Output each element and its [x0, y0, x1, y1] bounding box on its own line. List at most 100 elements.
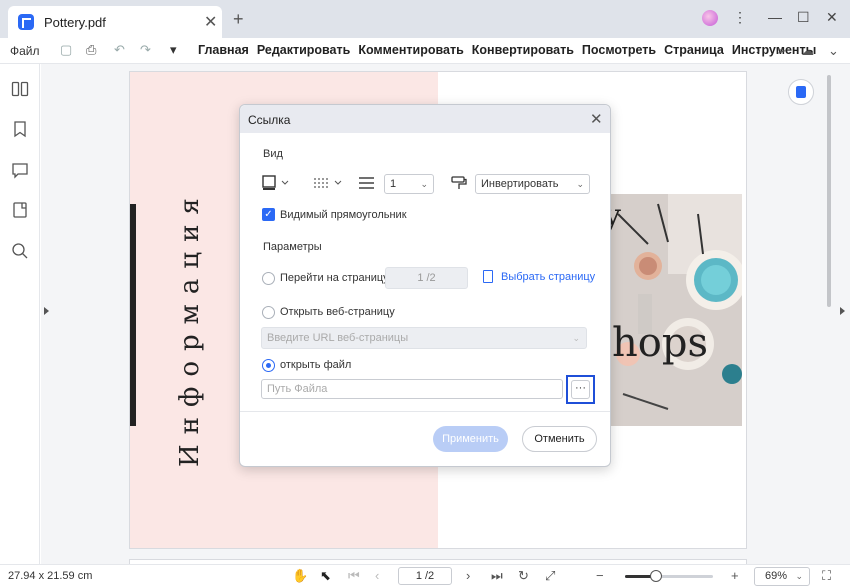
- cancel-button[interactable]: Отменить: [522, 426, 597, 452]
- highlight-mode-dropdown[interactable]: Инвертировать ⌄: [475, 174, 590, 194]
- upload-cloud-icon[interactable]: ☁: [801, 43, 814, 59]
- choose-page-link[interactable]: Выбрать страницу: [501, 271, 595, 283]
- page-number-input[interactable]: 1 /2: [398, 567, 452, 585]
- chevron-down-icon: ⌄: [420, 179, 428, 189]
- line-width-dropdown[interactable]: 1 ⌄: [384, 174, 434, 194]
- dialog-divider: [240, 411, 610, 412]
- border-style-dropdown[interactable]: [262, 175, 292, 194]
- last-page-icon[interactable]: ⏭: [491, 569, 503, 583]
- line-style-dropdown[interactable]: [313, 175, 347, 194]
- document-tab[interactable]: Pottery.pdf ✕: [8, 6, 222, 38]
- collapse-ribbon-icon[interactable]: ⌄: [828, 43, 839, 59]
- zoom-out-icon[interactable]: −: [596, 569, 604, 583]
- menu-page[interactable]: Страница: [664, 43, 724, 57]
- thumbnails-icon[interactable]: [11, 80, 29, 98]
- chevron-down-icon: ⌄: [572, 333, 580, 343]
- goto-page-input[interactable]: 1 /2: [385, 267, 468, 289]
- rectangle-style-icon: [262, 175, 289, 190]
- pottery-photo: [608, 194, 742, 426]
- tab-close-icon[interactable]: ✕: [204, 12, 217, 32]
- zoom-in-icon[interactable]: +: [731, 569, 739, 583]
- more-menu-icon[interactable]: ⋮: [733, 9, 747, 25]
- zoom-chevron-down-icon: ⌄: [795, 571, 803, 581]
- highlight-mode-value: Инвертировать: [481, 178, 559, 190]
- goto-page-radio[interactable]: [262, 272, 275, 285]
- dialog-close-icon[interactable]: ✕: [590, 110, 603, 128]
- close-window-button[interactable]: ✕: [826, 9, 838, 25]
- main-menu: Главная Редактировать Комментировать Кон…: [198, 43, 816, 57]
- search-icon[interactable]: [11, 242, 29, 260]
- menu-home[interactable]: Главная: [198, 43, 249, 57]
- pottery-photo-image: [608, 194, 742, 426]
- print-icon[interactable]: ⎙: [86, 43, 96, 57]
- file-path-placeholder: Путь Файла: [267, 383, 328, 395]
- fullscreen-icon[interactable]: ⛶: [822, 569, 831, 583]
- page-dimensions: 27.94 x 21.59 cm: [8, 570, 93, 582]
- goto-page-label: Перейти на страницу: [280, 272, 389, 284]
- browse-file-button[interactable]: ···: [566, 375, 595, 404]
- avatar[interactable]: [702, 10, 718, 26]
- hand-tool-icon[interactable]: ✋: [292, 569, 308, 583]
- link-dialog: Ссылка ✕ Вид 1 ⌄ Инвертировать ⌄ ✓ Видим…: [239, 104, 611, 467]
- page-text-hops: hops: [612, 320, 708, 366]
- apply-button[interactable]: Применить: [433, 426, 508, 452]
- tab-title: Pottery.pdf: [44, 15, 106, 30]
- prev-page-icon[interactable]: ‹: [375, 569, 379, 583]
- app-logo-icon: [18, 14, 34, 30]
- sidebar-expand-handle-icon[interactable]: [44, 307, 49, 315]
- first-page-icon[interactable]: ⏮: [348, 569, 360, 583]
- menu-view[interactable]: Посмотреть: [582, 43, 656, 57]
- dialog-title: Ссылка: [248, 113, 291, 127]
- dialog-header: Ссылка ✕: [240, 105, 610, 133]
- browse-ellipsis-icon: ···: [571, 380, 590, 399]
- fit-page-icon[interactable]: ⤢: [545, 569, 555, 583]
- params-section-label: Параметры: [263, 241, 322, 253]
- visible-rectangle-label: Видимый прямоугольник: [280, 209, 407, 221]
- open-web-label: Открыть веб-страницу: [280, 306, 395, 318]
- rotate-icon[interactable]: ↻: [518, 569, 529, 583]
- menu-file[interactable]: Файл: [10, 44, 40, 58]
- convert-to-word-icon[interactable]: [788, 79, 814, 105]
- zoom-slider-knob[interactable]: [649, 570, 662, 582]
- chevron-down-icon: ⌄: [576, 179, 584, 189]
- highlight-style-icon: [451, 175, 467, 194]
- line-width-icon: [358, 175, 376, 194]
- status-bar: 27.94 x 21.59 cm ✋ ⬉ ⏮ ‹ 1 /2 › ⏭ ↻ ⤢ − …: [0, 564, 850, 588]
- next-page-icon[interactable]: ›: [466, 569, 470, 583]
- visible-rectangle-checkbox[interactable]: ✓: [262, 208, 275, 221]
- redo-icon[interactable]: ↷: [140, 43, 151, 57]
- zoom-level-value: 69%: [765, 570, 788, 582]
- vertical-scrollbar[interactable]: [827, 75, 831, 307]
- save-icon[interactable]: ▢: [60, 43, 72, 57]
- menu-convert[interactable]: Конвертировать: [472, 43, 574, 57]
- menu-bar: Файл ▢ ⎙ ↶ ↷ ▾ Главная Редактировать Ком…: [0, 38, 850, 64]
- bookmark-icon[interactable]: [11, 120, 29, 138]
- title-bar: Pottery.pdf ✕ + ⋮ — ☐ ✕: [0, 0, 850, 38]
- minimize-button[interactable]: —: [768, 9, 782, 25]
- undo-icon[interactable]: ↶: [114, 43, 125, 57]
- view-section-label: Вид: [263, 148, 283, 160]
- open-file-label: открыть файл: [280, 359, 352, 371]
- quick-access-icon[interactable]: ▾: [170, 43, 177, 57]
- menu-comment[interactable]: Комментировать: [358, 43, 463, 57]
- menu-more-arrow-icon[interactable]: ›: [756, 43, 760, 57]
- comment-icon[interactable]: [11, 161, 29, 179]
- dashed-line-icon: [314, 178, 342, 188]
- menu-edit[interactable]: Редактировать: [257, 43, 350, 57]
- select-tool-icon[interactable]: ⬉: [320, 569, 331, 583]
- left-sidebar: [0, 64, 40, 564]
- attachment-icon[interactable]: [11, 201, 29, 219]
- right-panel-handle-icon[interactable]: [840, 307, 845, 315]
- new-tab-icon[interactable]: +: [233, 10, 244, 28]
- maximize-button[interactable]: ☐: [797, 9, 810, 25]
- share-icon[interactable]: ➢: [776, 43, 787, 59]
- zoom-slider[interactable]: [625, 570, 713, 582]
- open-web-radio[interactable]: [262, 306, 275, 319]
- url-placeholder: Введите URL веб-страницы: [267, 332, 409, 344]
- document-icon: [483, 270, 493, 283]
- open-file-radio[interactable]: [262, 359, 275, 372]
- zoom-level-dropdown[interactable]: 69% ⌄: [754, 567, 810, 586]
- page-black-bar: [130, 204, 136, 426]
- file-path-input[interactable]: Путь Файла: [261, 379, 563, 399]
- url-input[interactable]: Введите URL веб-страницы ⌄: [261, 327, 587, 349]
